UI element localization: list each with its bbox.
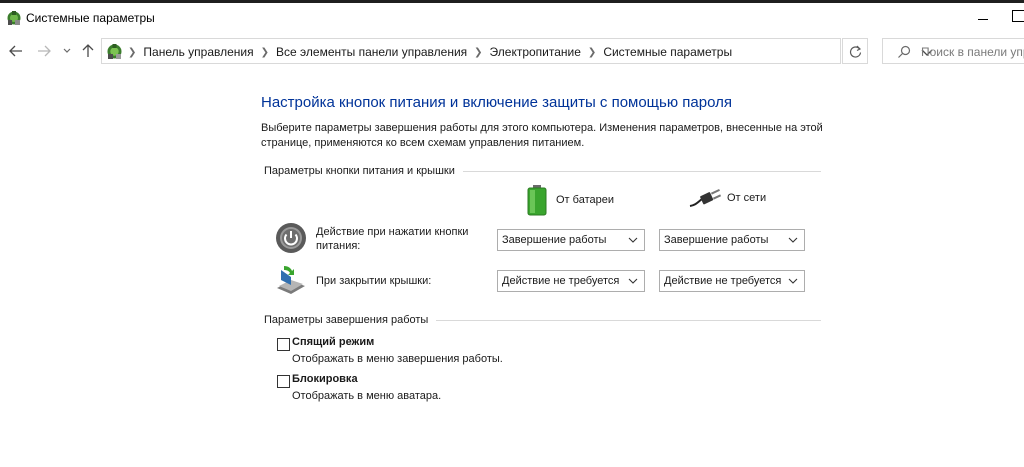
chevron-down-icon bbox=[788, 237, 798, 243]
window-title: Системные параметры bbox=[26, 11, 155, 25]
control-panel-icon bbox=[107, 44, 122, 59]
select-value: Завершение работы bbox=[502, 234, 607, 246]
recent-locations-button[interactable] bbox=[60, 42, 74, 60]
plugged-column-header: От сети bbox=[689, 188, 766, 208]
sleep-checkbox[interactable] bbox=[277, 338, 290, 351]
power-section-header: Параметры кнопки питания и крышки bbox=[261, 164, 821, 178]
address-bar[interactable]: ❯ Панель управления ❯ Все элементы панел… bbox=[101, 38, 933, 64]
arrow-right-icon bbox=[38, 45, 51, 57]
lid-close-plugged-select[interactable]: Действие не требуется bbox=[659, 270, 805, 292]
lock-checkbox[interactable] bbox=[277, 375, 290, 388]
chevron-down-icon bbox=[628, 278, 638, 284]
minimize-icon bbox=[978, 18, 988, 20]
lid-close-battery-select[interactable]: Действие не требуется bbox=[497, 270, 645, 292]
sleep-option-title[interactable]: Спящий режим bbox=[292, 336, 374, 348]
search-icon bbox=[898, 45, 911, 58]
power-plug-icon bbox=[689, 188, 721, 207]
breadcrumb-item-all-items[interactable]: Все элементы панели управления bbox=[276, 45, 467, 59]
section-divider bbox=[462, 170, 821, 172]
power-button-plugged-select[interactable]: Завершение работы bbox=[659, 229, 805, 251]
shutdown-section-header: Параметры завершения работы bbox=[261, 313, 821, 327]
select-value: Действие не требуется bbox=[664, 275, 782, 287]
navigation-bar: ❯ Панель управления ❯ Все элементы панел… bbox=[0, 36, 1024, 66]
search-input[interactable]: Поиск в панели упр bbox=[882, 38, 1024, 64]
battery-column-header: От батареи bbox=[526, 184, 614, 216]
power-button-icon bbox=[276, 223, 306, 253]
power-button-battery-select[interactable]: Завершение работы bbox=[497, 229, 645, 251]
breadcrumb-item-system-settings[interactable]: Системные параметры bbox=[603, 45, 732, 59]
plugged-column-label: От сети bbox=[727, 192, 767, 204]
page-description: Выберите параметры завершения работы для… bbox=[261, 122, 823, 149]
control-panel-icon bbox=[7, 11, 21, 25]
up-button[interactable] bbox=[78, 42, 98, 60]
chevron-down-icon bbox=[628, 237, 638, 243]
lock-option-description: Отображать в меню аватара. bbox=[292, 390, 442, 402]
lid-close-action-label: При закрытии крышки: bbox=[316, 275, 432, 287]
arrow-left-icon bbox=[9, 45, 22, 57]
breadcrumb-item-control-panel[interactable]: Панель управления bbox=[143, 45, 253, 59]
refresh-button[interactable] bbox=[842, 38, 868, 64]
breadcrumb-separator-icon[interactable]: ❯ bbox=[474, 47, 482, 58]
breadcrumb-item-power-options[interactable]: Электропитание bbox=[490, 45, 581, 59]
title-bar: Системные параметры bbox=[0, 3, 1024, 33]
minimize-button[interactable] bbox=[968, 9, 998, 29]
power-button-action-label: Действие при нажатии кнопки питания: bbox=[316, 226, 469, 252]
chevron-down-icon bbox=[63, 48, 71, 53]
section-divider bbox=[436, 319, 821, 321]
forward-button[interactable] bbox=[34, 42, 54, 60]
battery-icon bbox=[527, 185, 547, 216]
battery-column-label: От батареи bbox=[556, 194, 614, 206]
sleep-option-description: Отображать в меню завершения работы. bbox=[292, 353, 503, 365]
power-section-label: Параметры кнопки питания и крышки bbox=[264, 165, 455, 177]
chevron-down-icon bbox=[788, 278, 798, 284]
breadcrumb-separator-icon[interactable]: ❯ bbox=[588, 47, 596, 58]
shutdown-section-label: Параметры завершения работы bbox=[264, 314, 429, 326]
breadcrumb-separator-icon: ❯ bbox=[128, 46, 137, 58]
maximize-button[interactable] bbox=[1012, 10, 1024, 22]
breadcrumb-separator-icon[interactable]: ❯ bbox=[261, 47, 269, 58]
page-title: Настройка кнопок питания и включение защ… bbox=[261, 94, 732, 111]
select-value: Действие не требуется bbox=[502, 275, 620, 287]
search-placeholder: Поиск в панели упр bbox=[921, 45, 1024, 59]
select-value: Завершение работы bbox=[664, 234, 769, 246]
breadcrumb: ❯ Панель управления ❯ Все элементы панел… bbox=[126, 45, 732, 59]
back-button[interactable] bbox=[6, 42, 26, 60]
lock-option-title[interactable]: Блокировка bbox=[292, 373, 358, 385]
refresh-icon bbox=[849, 45, 861, 58]
laptop-lid-icon bbox=[277, 266, 305, 294]
arrow-up-icon bbox=[82, 44, 94, 57]
